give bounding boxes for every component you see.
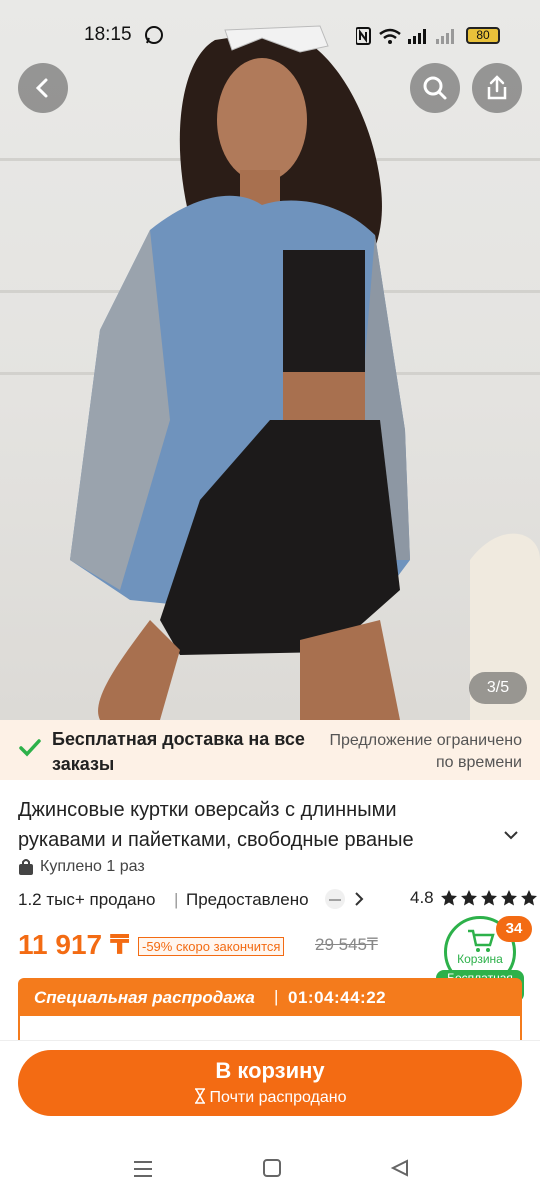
bought-text: Куплено 1 раз <box>40 858 145 875</box>
product-title: Джинсовые куртки оверсайз с длинными рук… <box>18 799 414 851</box>
check-icon <box>18 736 42 765</box>
back-button[interactable] <box>18 63 68 113</box>
search-button[interactable] <box>410 63 460 113</box>
product-page: 18:15 80 3/5 Бесплатная доставка на все … <box>0 0 540 1200</box>
cart-icon <box>468 929 495 952</box>
chevron-down-icon <box>504 831 518 840</box>
free-delivery-text: Бесплатная доставка на все заказы <box>52 729 305 774</box>
star-rating <box>440 890 537 906</box>
chevron-right-icon[interactable] <box>352 890 366 913</box>
share-icon <box>487 75 507 100</box>
sale-timer: 01:04:44:22 <box>288 988 387 1007</box>
status-icons <box>355 26 460 51</box>
product-image[interactable]: 18:15 80 3/5 <box>0 0 540 720</box>
sale-separator: | <box>274 987 279 1006</box>
discount-badge: -59% скоро закончится <box>138 937 285 956</box>
hourglass-icon <box>194 1088 205 1104</box>
whatsapp-icon <box>144 25 164 50</box>
signal-icon <box>436 29 454 44</box>
system-nav-bar <box>0 1140 540 1200</box>
shopping-bag-icon <box>19 859 33 875</box>
status-bar: 18:15 80 <box>0 0 540 70</box>
limited-offer-text: Предложение ограничено по времени <box>329 732 522 771</box>
sold-count: 1.2 тыс+ продано <box>18 890 156 909</box>
provided-by-link[interactable]: Предоставлено <box>186 890 309 910</box>
back-icon[interactable] <box>390 1158 414 1182</box>
add-to-cart-button[interactable]: В корзину Почти распродано <box>18 1050 522 1116</box>
status-time: 18:15 <box>84 24 132 45</box>
old-price: 29 545₸ <box>315 935 378 954</box>
current-price: 11 917 ₸ <box>18 929 130 960</box>
special-sale-bar: Специальная распродажа | 01:04:44:22 <box>18 978 522 1018</box>
chevron-left-icon <box>35 78 48 98</box>
star-icon <box>480 890 497 906</box>
cart-count-badge: 34 <box>496 916 532 942</box>
bought-info: Куплено 1 раз <box>18 858 145 876</box>
model-illustration <box>70 25 540 720</box>
menu-icon[interactable] <box>132 1158 156 1182</box>
image-counter: 3/5 <box>469 672 527 704</box>
cart-label: Корзина <box>457 952 503 966</box>
signal-icon <box>408 29 426 44</box>
almost-sold-row: Почти распродано <box>18 1088 522 1107</box>
free-delivery-banner: Бесплатная доставка на все заказы Предло… <box>0 720 540 780</box>
star-icon <box>460 890 477 906</box>
brand-logo-icon <box>324 888 346 915</box>
search-icon <box>423 76 447 100</box>
rating-value: 4.8 <box>410 888 434 907</box>
share-button[interactable] <box>472 63 522 113</box>
rating[interactable]: 4.8 <box>410 888 540 908</box>
sold-row: 1.2 тыс+ продано | Предоставлено 4.8 <box>18 888 537 915</box>
almost-sold-text: Почти распродано <box>209 1089 347 1106</box>
wifi-icon <box>379 28 401 44</box>
star-icon <box>500 890 517 906</box>
sale-label: Специальная распродажа <box>34 988 255 1007</box>
star-icon <box>520 890 537 906</box>
nfc-icon <box>355 27 371 45</box>
divider: | <box>174 890 179 909</box>
home-icon[interactable] <box>262 1158 286 1182</box>
battery-icon: 80 <box>466 27 500 44</box>
expand-title-button[interactable] <box>502 826 520 849</box>
add-to-cart-label: В корзину <box>215 1058 325 1083</box>
star-icon <box>440 890 457 906</box>
